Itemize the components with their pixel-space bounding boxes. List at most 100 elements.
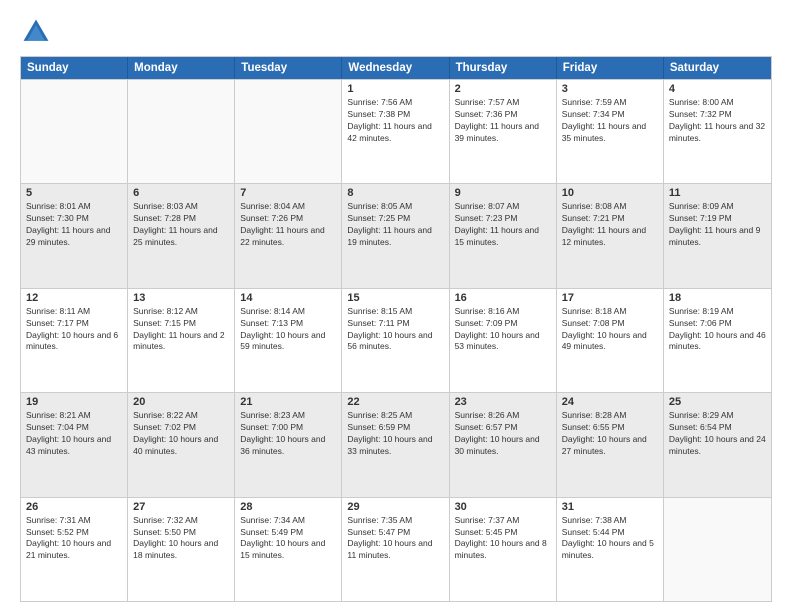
day-number: 23 [455, 396, 551, 408]
cal-cell: 8Sunrise: 8:05 AMSunset: 7:25 PMDaylight… [342, 184, 449, 287]
header-day-wednesday: Wednesday [342, 57, 449, 79]
day-number: 30 [455, 501, 551, 513]
cal-cell: 22 Sunrise: 8:25 AMSunset: 6:59 PMDayligh… [342, 393, 449, 496]
day-info: Sunrise: 8:21 AMSunset: 7:04 PMDaylight:… [26, 410, 122, 458]
day-info: Sunrise: 8:18 AMSunset: 7:08 PMDaylight:… [562, 306, 658, 354]
day-info: Sunrise: 8:16 AMSunset: 7:09 PMDaylight:… [455, 306, 551, 354]
day-info: Sunrise: 7:56 AMSunset: 7:38 PMDaylight:… [347, 97, 443, 145]
cal-cell: 25Sunrise: 8:29 AMSunset: 6:54 PMDayligh… [664, 393, 771, 496]
logo-icon [20, 16, 52, 48]
cal-cell: 6Sunrise: 8:03 AMSunset: 7:28 PMDaylight… [128, 184, 235, 287]
day-info: Sunrise: 8:04 AMSunset: 7:26 PMDaylight:… [240, 201, 336, 249]
day-number: 24 [562, 396, 658, 408]
header-day-tuesday: Tuesday [235, 57, 342, 79]
header-day-saturday: Saturday [664, 57, 771, 79]
day-number: 13 [133, 292, 229, 304]
day-info: Sunrise: 7:31 AMSunset: 5:52 PMDaylight:… [26, 515, 122, 563]
week-row-2: 5Sunrise: 8:01 AMSunset: 7:30 PMDaylight… [21, 183, 771, 287]
calendar: SundayMondayTuesdayWednesdayThursdayFrid… [20, 56, 772, 602]
day-info: Sunrise: 7:34 AMSunset: 5:49 PMDaylight:… [240, 515, 336, 563]
day-info: Sunrise: 8:22 AMSunset: 7:02 PMDaylight:… [133, 410, 229, 458]
day-info: Sunrise: 7:35 AMSunset: 5:47 PMDaylight:… [347, 515, 443, 563]
day-info: Sunrise: 7:57 AMSunset: 7:36 PMDaylight:… [455, 97, 551, 145]
day-info: Sunrise: 8:00 AMSunset: 7:32 PMDaylight:… [669, 97, 766, 145]
day-number: 28 [240, 501, 336, 513]
day-number: 12 [26, 292, 122, 304]
day-number: 21 [240, 396, 336, 408]
calendar-body: 1 Sunrise: 7:56 AMSunset: 7:38 PMDaylight… [21, 79, 771, 601]
cal-cell [21, 80, 128, 183]
day-info: Sunrise: 8:11 AMSunset: 7:17 PMDaylight:… [26, 306, 122, 354]
week-row-1: 1 Sunrise: 7:56 AMSunset: 7:38 PMDaylight… [21, 79, 771, 183]
cal-cell: 14 Sunrise: 8:14 AMSunset: 7:13 PMDayligh… [235, 289, 342, 392]
header-day-thursday: Thursday [450, 57, 557, 79]
cal-cell: 31 Sunrise: 7:38 AMSunset: 5:44 PMDayligh… [557, 498, 664, 601]
day-info: Sunrise: 8:26 AMSunset: 6:57 PMDaylight:… [455, 410, 551, 458]
cal-cell: 18 Sunrise: 8:19 AMSunset: 7:06 PMDayligh… [664, 289, 771, 392]
day-info: Sunrise: 8:08 AMSunset: 7:21 PMDaylight:… [562, 201, 658, 249]
cal-cell [664, 498, 771, 601]
day-number: 2 [455, 83, 551, 95]
day-number: 27 [133, 501, 229, 513]
day-info: Sunrise: 8:23 AMSunset: 7:00 PMDaylight:… [240, 410, 336, 458]
day-info: Sunrise: 8:12 AMSunset: 7:15 PMDaylight:… [133, 306, 229, 354]
cal-cell: 5Sunrise: 8:01 AMSunset: 7:30 PMDaylight… [21, 184, 128, 287]
header-day-sunday: Sunday [21, 57, 128, 79]
cal-cell: 29Sunrise: 7:35 AMSunset: 5:47 PMDayligh… [342, 498, 449, 601]
day-number: 20 [133, 396, 229, 408]
day-info: Sunrise: 7:59 AMSunset: 7:34 PMDaylight:… [562, 97, 658, 145]
cal-cell: 13 Sunrise: 8:12 AMSunset: 7:15 PMDayligh… [128, 289, 235, 392]
cal-cell: 7Sunrise: 8:04 AMSunset: 7:26 PMDaylight… [235, 184, 342, 287]
day-info: Sunrise: 7:38 AMSunset: 5:44 PMDaylight:… [562, 515, 658, 563]
cal-cell: 21 Sunrise: 8:23 AMSunset: 7:00 PMDayligh… [235, 393, 342, 496]
day-info: Sunrise: 8:05 AMSunset: 7:25 PMDaylight:… [347, 201, 443, 249]
cal-cell: 3Sunrise: 7:59 AMSunset: 7:34 PMDaylight… [557, 80, 664, 183]
day-number: 18 [669, 292, 766, 304]
cal-cell: 16 Sunrise: 8:16 AMSunset: 7:09 PMDayligh… [450, 289, 557, 392]
day-number: 26 [26, 501, 122, 513]
day-number: 25 [669, 396, 766, 408]
header-day-friday: Friday [557, 57, 664, 79]
logo [20, 16, 56, 48]
week-row-3: 12 Sunrise: 8:11 AMSunset: 7:17 PMDayligh… [21, 288, 771, 392]
day-number: 4 [669, 83, 766, 95]
cal-cell: 11 Sunrise: 8:09 AMSunset: 7:19 PMDayligh… [664, 184, 771, 287]
day-info: Sunrise: 8:28 AMSunset: 6:55 PMDaylight:… [562, 410, 658, 458]
cal-cell: 27Sunrise: 7:32 AMSunset: 5:50 PMDayligh… [128, 498, 235, 601]
cal-cell: 2 Sunrise: 7:57 AMSunset: 7:36 PMDaylight… [450, 80, 557, 183]
day-number: 14 [240, 292, 336, 304]
cal-cell: 1 Sunrise: 7:56 AMSunset: 7:38 PMDaylight… [342, 80, 449, 183]
day-number: 9 [455, 187, 551, 199]
day-number: 31 [562, 501, 658, 513]
day-number: 10 [562, 187, 658, 199]
cal-cell: 10 Sunrise: 8:08 AMSunset: 7:21 PMDayligh… [557, 184, 664, 287]
cal-cell [235, 80, 342, 183]
week-row-4: 19Sunrise: 8:21 AMSunset: 7:04 PMDayligh… [21, 392, 771, 496]
day-number: 1 [347, 83, 443, 95]
calendar-header: SundayMondayTuesdayWednesdayThursdayFrid… [21, 57, 771, 79]
cal-cell: 9 Sunrise: 8:07 AMSunset: 7:23 PMDaylight… [450, 184, 557, 287]
day-info: Sunrise: 8:25 AMSunset: 6:59 PMDaylight:… [347, 410, 443, 458]
cal-cell [128, 80, 235, 183]
cal-cell: 12 Sunrise: 8:11 AMSunset: 7:17 PMDayligh… [21, 289, 128, 392]
day-info: Sunrise: 8:01 AMSunset: 7:30 PMDaylight:… [26, 201, 122, 249]
day-info: Sunrise: 8:03 AMSunset: 7:28 PMDaylight:… [133, 201, 229, 249]
day-number: 17 [562, 292, 658, 304]
header-day-monday: Monday [128, 57, 235, 79]
day-info: Sunrise: 8:09 AMSunset: 7:19 PMDaylight:… [669, 201, 766, 249]
day-number: 16 [455, 292, 551, 304]
cal-cell: 26 Sunrise: 7:31 AMSunset: 5:52 PMDayligh… [21, 498, 128, 601]
day-info: Sunrise: 7:37 AMSunset: 5:45 PMDaylight:… [455, 515, 551, 563]
cal-cell: 23 Sunrise: 8:26 AMSunset: 6:57 PMDayligh… [450, 393, 557, 496]
cal-cell: 4 Sunrise: 8:00 AMSunset: 7:32 PMDaylight… [664, 80, 771, 183]
day-info: Sunrise: 8:07 AMSunset: 7:23 PMDaylight:… [455, 201, 551, 249]
day-info: Sunrise: 8:14 AMSunset: 7:13 PMDaylight:… [240, 306, 336, 354]
week-row-5: 26 Sunrise: 7:31 AMSunset: 5:52 PMDayligh… [21, 497, 771, 601]
day-number: 22 [347, 396, 443, 408]
cal-cell: 19Sunrise: 8:21 AMSunset: 7:04 PMDayligh… [21, 393, 128, 496]
cal-cell: 30 Sunrise: 7:37 AMSunset: 5:45 PMDayligh… [450, 498, 557, 601]
day-info: Sunrise: 8:19 AMSunset: 7:06 PMDaylight:… [669, 306, 766, 354]
cal-cell: 24 Sunrise: 8:28 AMSunset: 6:55 PMDayligh… [557, 393, 664, 496]
cal-cell: 20 Sunrise: 8:22 AMSunset: 7:02 PMDayligh… [128, 393, 235, 496]
day-number: 11 [669, 187, 766, 199]
